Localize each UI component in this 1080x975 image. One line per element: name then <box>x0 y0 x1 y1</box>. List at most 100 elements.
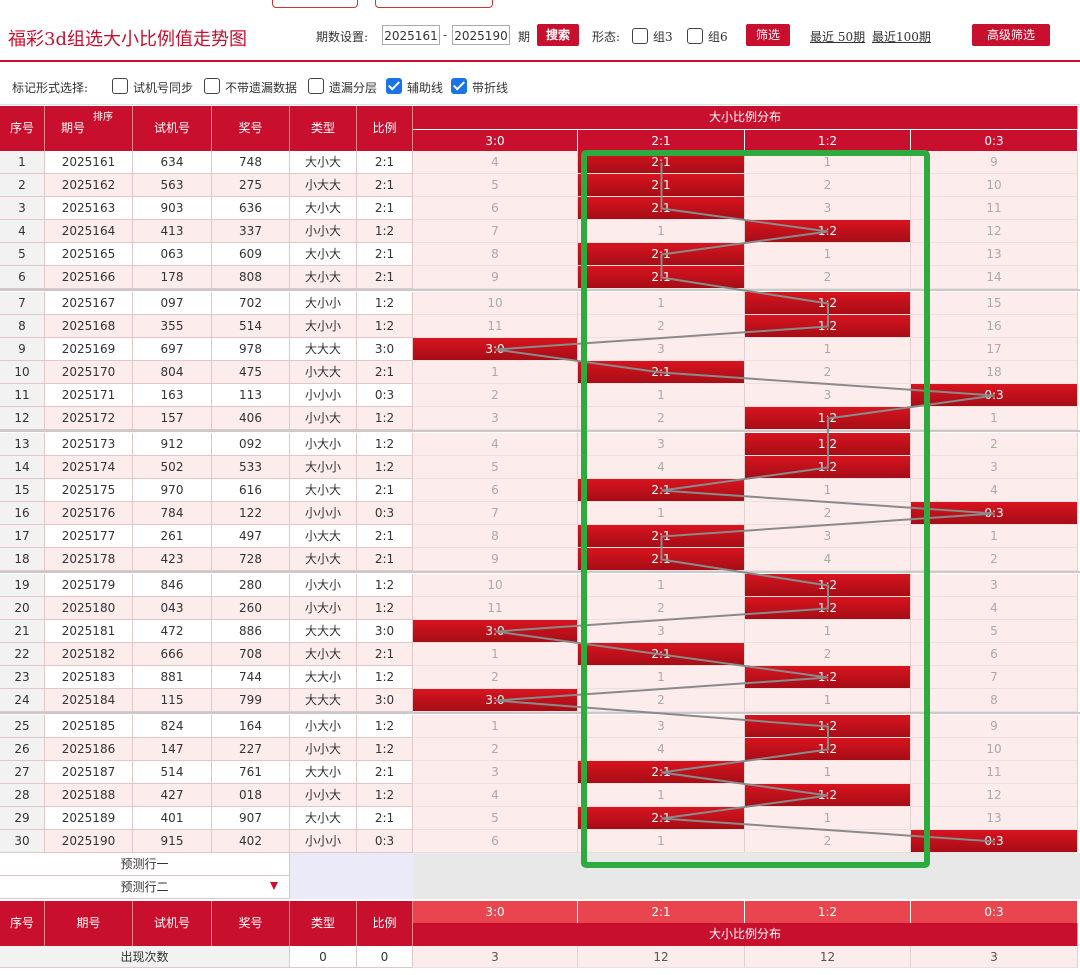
dist-cell: 3 <box>578 433 745 456</box>
dist-cell: 4 <box>413 784 578 807</box>
row-test: 804 <box>133 361 212 384</box>
row-prize: 018 <box>212 784 290 807</box>
dist-cell-hit: 1:2 <box>745 407 911 430</box>
row-seq: 28 <box>0 784 45 807</box>
row-period: 2025169 <box>45 338 133 361</box>
row-period: 2025175 <box>45 479 133 502</box>
dist-cell-hit: 2:1 <box>578 197 745 220</box>
row-prize: 761 <box>212 761 290 784</box>
dist-cell-hit: 2:1 <box>578 643 745 666</box>
row-test: 970 <box>133 479 212 502</box>
row-seq: 9 <box>0 338 45 361</box>
dist-cell: 2 <box>413 384 578 407</box>
dist-cell: 17 <box>911 338 1078 361</box>
row-ratio: 2:1 <box>357 197 413 220</box>
row-type: 小小小 <box>290 830 357 853</box>
row-period: 2025184 <box>45 689 133 712</box>
row-test: 784 <box>133 502 212 525</box>
dist-cell: 4 <box>578 738 745 761</box>
dist-cell: 2 <box>745 502 911 525</box>
footer-header-dist: 大小比例分布 <box>413 923 1078 946</box>
row-type: 大小小 <box>290 315 357 338</box>
dist-cell-hit: 2:1 <box>578 761 745 784</box>
row-seq: 26 <box>0 738 45 761</box>
predict-row-2-label: 预测行二 <box>0 876 290 899</box>
row-prize: 227 <box>212 738 290 761</box>
dist-cell: 1 <box>911 407 1078 430</box>
row-type: 大大小 <box>290 666 357 689</box>
row-ratio: 0:3 <box>357 384 413 407</box>
dist-cell: 1 <box>413 361 578 384</box>
group-separator <box>0 430 1080 432</box>
row-seq: 14 <box>0 456 45 479</box>
header-dist-col-2: 1:2 <box>745 129 911 151</box>
row-seq: 20 <box>0 597 45 620</box>
row-test: 261 <box>133 525 212 548</box>
row-prize: 808 <box>212 266 290 289</box>
row-test: 157 <box>133 407 212 430</box>
dist-cell: 6 <box>911 643 1078 666</box>
row-type: 大小大 <box>290 643 357 666</box>
row-seq: 10 <box>0 361 45 384</box>
row-ratio: 1:2 <box>357 407 413 430</box>
row-prize: 497 <box>212 525 290 548</box>
row-seq: 18 <box>0 548 45 571</box>
row-prize: 708 <box>212 643 290 666</box>
group-separator <box>0 289 1080 291</box>
row-type: 小大小 <box>290 597 357 620</box>
row-seq: 25 <box>0 715 45 738</box>
row-period: 2025178 <box>45 548 133 571</box>
row-test: 163 <box>133 384 212 407</box>
row-period: 2025174 <box>45 456 133 479</box>
row-ratio: 2:1 <box>357 243 413 266</box>
row-test: 413 <box>133 220 212 243</box>
row-type: 小小大 <box>290 407 357 430</box>
dist-cell: 5 <box>413 807 578 830</box>
row-test: 472 <box>133 620 212 643</box>
dist-cell: 1 <box>578 384 745 407</box>
dist-cell: 9 <box>413 548 578 571</box>
predict-row-2-input[interactable] <box>290 876 413 899</box>
row-type: 小大小 <box>290 715 357 738</box>
dist-cell: 6 <box>413 830 578 853</box>
row-prize: 406 <box>212 407 290 430</box>
row-type: 大大大 <box>290 689 357 712</box>
row-prize: 728 <box>212 548 290 571</box>
group-separator <box>0 571 1080 573</box>
row-seq: 6 <box>0 266 45 289</box>
row-type: 小大大 <box>290 525 357 548</box>
row-test: 097 <box>133 292 212 315</box>
dist-cell: 2 <box>911 548 1078 571</box>
arrow-down-icon[interactable] <box>270 882 278 890</box>
dist-cell: 3 <box>745 197 911 220</box>
header-prize: 奖号 <box>212 106 290 151</box>
dist-cell: 16 <box>911 315 1078 338</box>
row-test: 903 <box>133 197 212 220</box>
row-prize: 122 <box>212 502 290 525</box>
dist-cell: 8 <box>413 525 578 548</box>
dist-cell: 3 <box>413 761 578 784</box>
row-type: 小小小 <box>290 502 357 525</box>
dist-cell: 18 <box>911 361 1078 384</box>
row-ratio: 2:1 <box>357 643 413 666</box>
row-ratio: 1:2 <box>357 292 413 315</box>
dist-cell: 5 <box>413 456 578 479</box>
dist-cell-hit: 3:0 <box>413 689 578 712</box>
header-test: 试机号 <box>133 106 212 151</box>
dist-cell: 8 <box>413 243 578 266</box>
sort-button[interactable]: 排序 <box>93 112 113 124</box>
count-type: 0 <box>290 946 357 968</box>
row-seq: 4 <box>0 220 45 243</box>
dist-cell: 2 <box>745 361 911 384</box>
predict-row-1-input[interactable] <box>290 853 413 876</box>
row-period: 2025188 <box>45 784 133 807</box>
dist-cell-hit: 0:3 <box>911 830 1078 853</box>
row-prize: 275 <box>212 174 290 197</box>
row-test: 915 <box>133 830 212 853</box>
dist-cell: 6 <box>413 479 578 502</box>
row-period: 2025163 <box>45 197 133 220</box>
dist-cell-hit: 1:2 <box>745 292 911 315</box>
row-type: 大大大 <box>290 338 357 361</box>
trend-table: 序号 期号 排序 试机号 奖号 类型 比例 大小比例分布 3:0 2:1 1:2 0:3 1 202516… <box>0 0 1080 975</box>
dist-cell: 4 <box>911 597 1078 620</box>
